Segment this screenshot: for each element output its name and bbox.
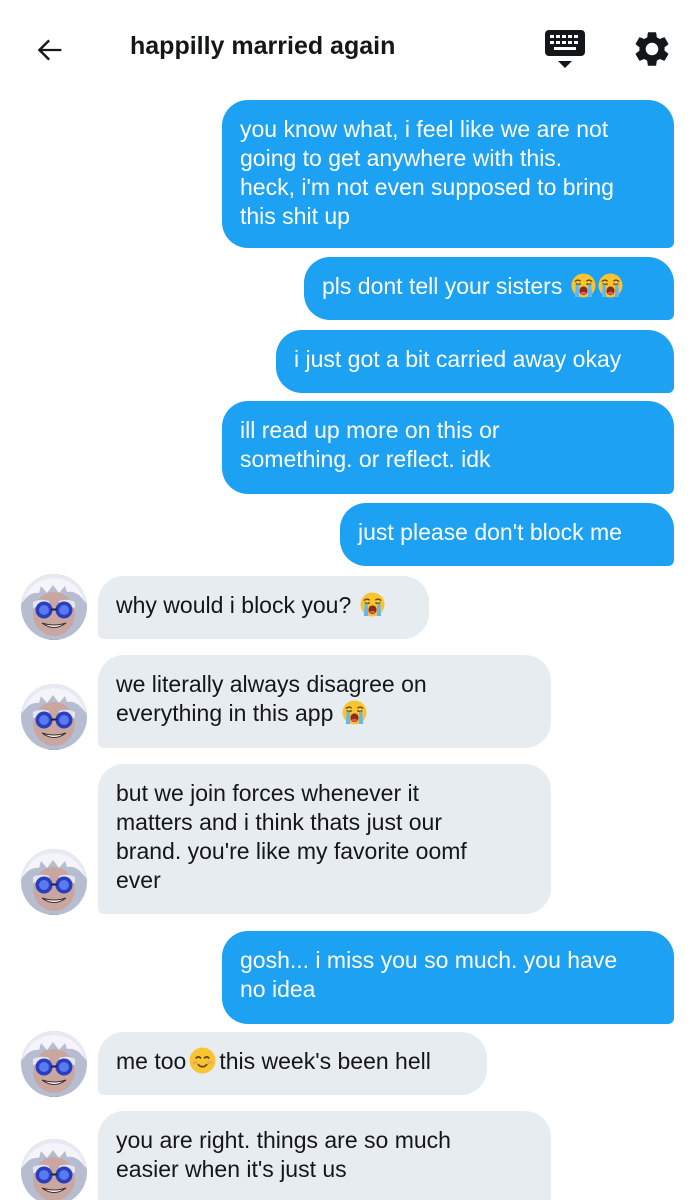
received-message[interactable]: why would i block you? [98,576,429,639]
avatar[interactable] [21,1139,87,1200]
message-line: you know what, i feel like we are not [240,116,609,142]
message-line: everything in this app [116,700,334,726]
message-line: matters and i think thats just our [116,809,442,835]
sent-message[interactable]: just please don't block me [340,503,674,566]
back-button[interactable] [30,30,70,70]
message-line: brand. you're like my favorite oomf [116,838,467,864]
message-line: this shit up [240,203,350,229]
arrow-left-icon [37,39,62,61]
sent-message[interactable]: pls dont tell your sisters [304,257,674,320]
message-line: ill read up more on this or [240,417,500,443]
message-line: heck, i'm not even supposed to bring [240,174,614,200]
avatar[interactable] [21,849,87,915]
chat-header: happilly married again [0,0,692,100]
loudly-crying-face-icon [342,700,367,725]
sent-message[interactable]: ill read up more on this or something. o… [222,401,674,494]
received-message[interactable]: me too this week's been hell [98,1032,487,1095]
avatar[interactable] [21,1031,87,1097]
loudly-crying-face-icon [598,273,623,298]
message-line: ever [116,867,161,893]
message-line: easier when it's just us [116,1156,347,1182]
message-line: something. or reflect. idk [240,446,491,472]
message-line: going to get anywhere with this. [240,145,563,171]
received-message[interactable]: you are right. things are so much easier… [98,1111,551,1200]
message-line: gosh... i miss you so much. you have [240,947,618,973]
loudly-crying-face-icon [571,273,596,298]
loudly-crying-face-icon [360,592,385,617]
settings-button[interactable] [631,28,673,70]
sent-message[interactable]: you know what, i feel like we are not go… [222,100,674,248]
received-message[interactable]: we literally always disagree on everythi… [98,655,551,748]
conversation-title[interactable]: happilly married again [130,32,395,61]
message-line: no idea [240,976,316,1002]
avatar[interactable] [21,684,87,750]
keyboard-icon [545,30,585,68]
message-line: i just got a bit carried away okay [294,346,622,372]
message-line: just please don't block me [358,519,622,545]
received-message[interactable]: but we join forces whenever it matters a… [98,764,551,914]
message-line: this week's been hell [219,1048,431,1074]
gear-icon [635,32,669,66]
message-line: we literally always disagree on [116,671,427,697]
message-line: me too [116,1048,187,1074]
message-line: why would i block you? [116,592,352,618]
message-line: but we join forces whenever it [116,780,419,806]
sent-message[interactable]: gosh... i miss you so much. you have no … [222,931,674,1024]
smiling-face-icon [189,1047,216,1074]
keyboard-button[interactable] [544,28,586,72]
sent-message[interactable]: i just got a bit carried away okay [276,330,674,393]
avatar[interactable] [21,574,87,640]
message-line: pls dont tell your sisters [322,273,563,299]
message-line: you are right. things are so much [116,1127,451,1153]
